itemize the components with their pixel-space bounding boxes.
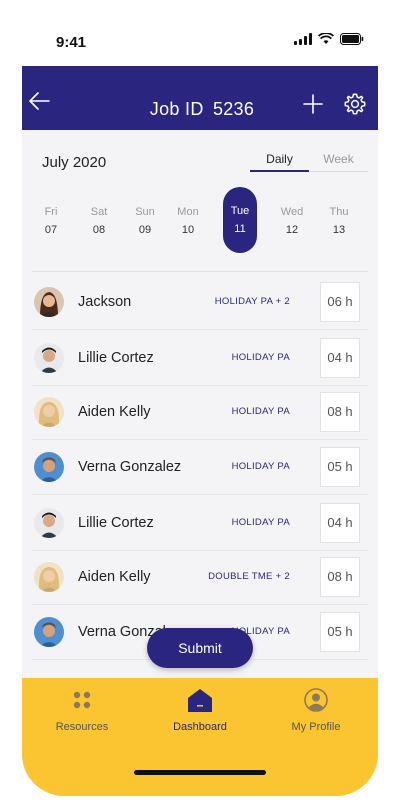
- list-item[interactable]: Lillie Cortez HOLIDAY PA 04 h: [32, 497, 368, 551]
- day-date: 11: [234, 223, 246, 235]
- employee-name: Lillie Cortez: [78, 515, 154, 531]
- list-item[interactable]: Aiden Kelly DOUBLE TME + 2 08 h: [32, 551, 368, 605]
- day-tue-selected[interactable]: Tue 11: [223, 187, 257, 253]
- week-strip: Fri 07 Sat 08 Sun 09 Mon 10 Tue 11 Wed 1…: [34, 184, 368, 258]
- day-name: Sun: [135, 206, 155, 218]
- avatar: [34, 508, 64, 538]
- employee-name: Jackson: [78, 294, 132, 310]
- view-toggle: Daily Week: [250, 150, 368, 172]
- leave-type-tag: HOLIDAY PA: [231, 352, 290, 363]
- list-item[interactable]: Verna Gonzalez HOLIDAY PA 05 h: [32, 441, 368, 495]
- tab-daily[interactable]: Daily: [250, 150, 309, 172]
- app-screen: Job ID 5236 July 2020 Daily Week Fri 07 …: [22, 66, 378, 796]
- status-icons: [294, 33, 364, 45]
- hours-field[interactable]: 08 h: [320, 557, 360, 597]
- employee-name: Aiden Kelly: [78, 404, 151, 420]
- nav-label: Resources: [55, 721, 109, 733]
- nav-dashboard[interactable]: Dashboard: [150, 688, 250, 733]
- list-item[interactable]: Lillie Cortez HOLIDAY PA 04 h: [32, 332, 368, 386]
- tab-week[interactable]: Week: [309, 150, 368, 171]
- leave-type-tag: HOLIDAY PA + 2: [214, 296, 290, 307]
- day-name: Tue: [230, 205, 250, 217]
- home-icon: [188, 689, 212, 712]
- home-indicator: [134, 770, 266, 775]
- job-id-value: 5236: [212, 99, 255, 119]
- day-date: 12: [285, 224, 299, 236]
- day-date: 08: [92, 224, 106, 236]
- signal-icon: [294, 33, 312, 45]
- avatar: [34, 617, 64, 647]
- employee-name: Verna Gonzalez: [78, 459, 182, 475]
- avatar: [34, 287, 64, 317]
- month-label: July 2020: [42, 154, 107, 171]
- resources-icon: [73, 691, 91, 709]
- nav-label: Dashboard: [173, 721, 227, 733]
- day-mon[interactable]: Mon 10: [171, 186, 205, 252]
- day-date: 09: [138, 224, 152, 236]
- divider: [32, 271, 368, 272]
- leave-type-tag: HOLIDAY PA: [231, 517, 290, 528]
- day-name: Thu: [329, 206, 349, 218]
- app-header: Job ID 5236: [22, 66, 378, 130]
- leave-type-tag: HOLIDAY PA: [231, 406, 290, 417]
- day-name: Fri: [44, 206, 58, 218]
- avatar: [34, 397, 64, 427]
- hours-field[interactable]: 04 h: [320, 338, 360, 378]
- day-date: 13: [332, 224, 346, 236]
- nav-label: My Profile: [291, 721, 341, 733]
- gear-icon[interactable]: [343, 92, 367, 116]
- hours-field[interactable]: 08 h: [320, 392, 360, 432]
- day-name: Mon: [177, 206, 199, 218]
- day-date: 07: [44, 224, 58, 236]
- status-time: 9:41: [56, 34, 87, 51]
- day-wed[interactable]: Wed 12: [275, 186, 309, 252]
- submit-button[interactable]: Submit: [147, 628, 253, 668]
- employee-name: Lillie Cortez: [78, 350, 154, 366]
- profile-icon: [304, 688, 328, 712]
- avatar: [34, 562, 64, 592]
- wifi-icon: [318, 33, 334, 45]
- employee-name: Aiden Kelly: [78, 569, 151, 585]
- day-name: Sat: [90, 206, 108, 218]
- battery-icon: [340, 33, 364, 45]
- day-fri[interactable]: Fri 07: [34, 186, 68, 252]
- leave-type-tag: HOLIDAY PA: [231, 461, 290, 472]
- page-title-label: Job ID: [149, 99, 204, 119]
- day-date: 10: [181, 224, 195, 236]
- hours-field[interactable]: 05 h: [320, 612, 360, 652]
- avatar: [34, 452, 64, 482]
- day-thu[interactable]: Thu 13: [322, 186, 356, 252]
- avatar: [34, 343, 64, 373]
- page-title: Job ID 5236: [22, 99, 378, 120]
- add-icon[interactable]: [303, 94, 323, 114]
- list-item[interactable]: Jackson HOLIDAY PA + 2 06 h: [32, 276, 368, 330]
- leave-type-tag: DOUBLE TME + 2: [208, 571, 290, 582]
- bottom-nav: Resources Dashboard My Profile: [22, 678, 378, 796]
- status-bar: 9:41: [0, 0, 400, 66]
- hours-field[interactable]: 04 h: [320, 503, 360, 543]
- nav-my-profile[interactable]: My Profile: [266, 688, 366, 733]
- nav-resources[interactable]: Resources: [32, 688, 132, 733]
- day-name: Wed: [280, 206, 304, 218]
- day-sat[interactable]: Sat 08: [82, 186, 116, 252]
- hours-field[interactable]: 06 h: [320, 282, 360, 322]
- hours-field[interactable]: 05 h: [320, 447, 360, 487]
- list-item[interactable]: Aiden Kelly HOLIDAY PA 08 h: [32, 386, 368, 440]
- day-sun[interactable]: Sun 09: [128, 186, 162, 252]
